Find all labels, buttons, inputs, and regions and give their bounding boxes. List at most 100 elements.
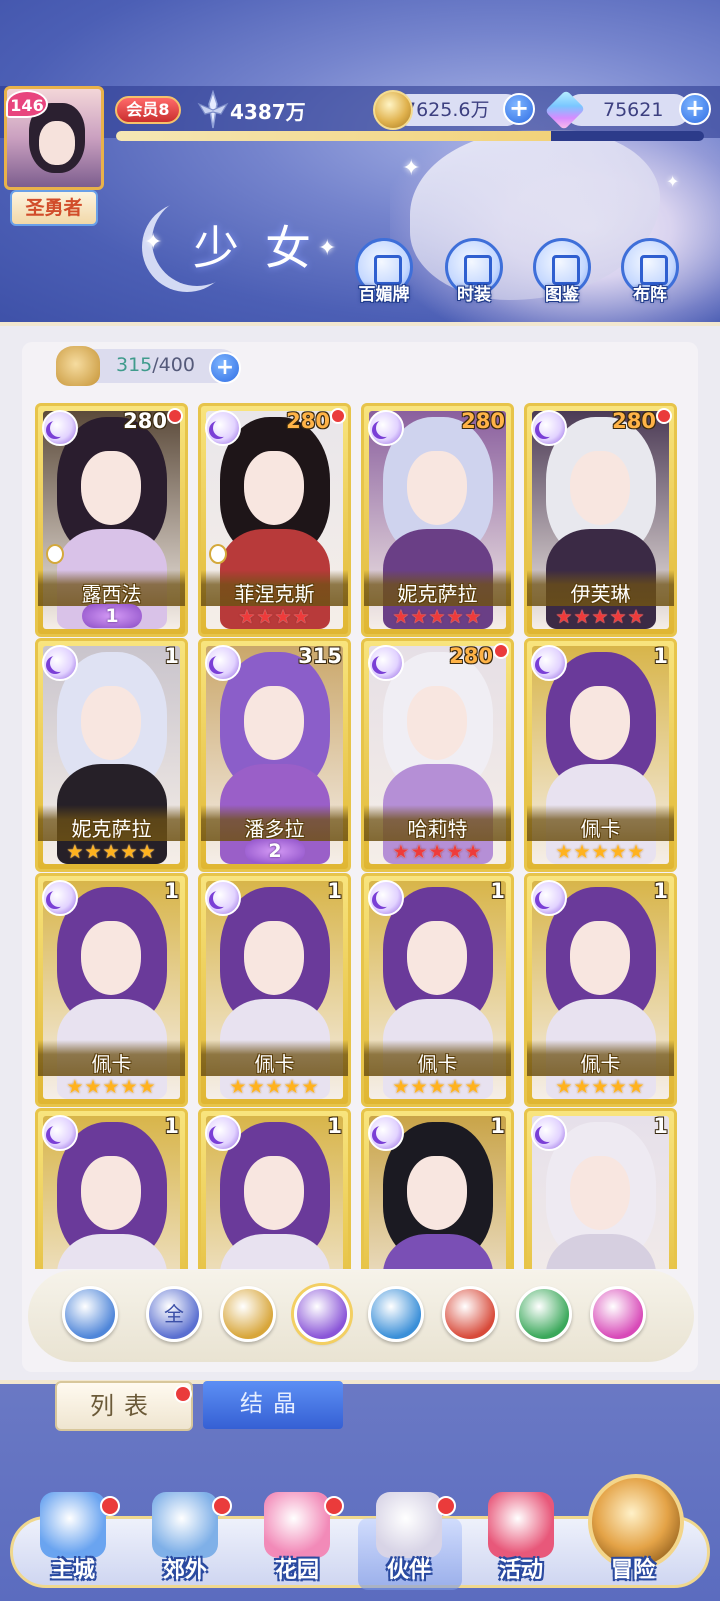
partner-name: 佩卡 — [580, 1052, 621, 1076]
water-drop-icon[interactable] — [368, 1286, 424, 1342]
partner-card[interactable]: 1 佩卡 ★★★★★ — [361, 873, 514, 1107]
partner-level: 1 — [653, 1114, 668, 1138]
formation-pawn-icon — [46, 544, 64, 564]
moon-element-icon — [531, 1115, 567, 1151]
star-rating: ★★★★★ — [555, 841, 646, 863]
notification-dot — [100, 1496, 120, 1516]
nav-heart-garden[interactable]: 花园 — [242, 1492, 352, 1592]
partner-card[interactable]: 1 — [198, 1108, 351, 1269]
moon-element-icon — [531, 645, 567, 681]
partner-card[interactable]: 1 佩卡 ★★★★★ — [524, 638, 677, 872]
nav-gift-box[interactable]: 活动 — [466, 1492, 576, 1592]
portrait-face — [81, 1156, 141, 1230]
partner-level: 1 — [164, 1114, 179, 1138]
exp-progress-bar — [116, 131, 704, 141]
nav-adventure-compass[interactable]: 冒险 — [578, 1474, 688, 1592]
castle-icon — [40, 1492, 106, 1558]
partner-card[interactable]: 1 佩卡 ★★★★★ — [35, 873, 188, 1107]
nav-label: 活动 — [498, 1558, 543, 1583]
partner-card[interactable]: 1 — [361, 1108, 514, 1269]
portrait-face — [407, 686, 467, 760]
player-title-badge[interactable]: 圣勇者 — [10, 190, 98, 226]
portal-gate-icon — [152, 1492, 218, 1558]
menu-label: 图鉴 — [545, 285, 579, 305]
partner-name: 佩卡 — [580, 817, 621, 841]
partner-card[interactable]: 280 伊芙琳 ★★★★★ — [524, 403, 677, 637]
tab-crystal[interactable]: 结晶 — [203, 1381, 343, 1429]
partner-level: 1 — [490, 1114, 505, 1138]
menu-label: 布阵 — [633, 285, 667, 305]
add-gold-button[interactable]: + — [503, 93, 535, 125]
inventory-current: 315 — [116, 354, 153, 376]
moon-element-icon — [205, 1115, 241, 1151]
portrait-face — [570, 686, 630, 760]
portrait-face — [81, 686, 141, 760]
menu-formation-grid-button[interactable]: 布阵 — [618, 238, 682, 308]
partner-name: 佩卡 — [91, 1052, 132, 1076]
partner-card-grid: 280 露西法 1 280 菲涅克斯 ★★★★ 280 妮克萨拉 ★★★★★ 280 伊芙琳 ★★★★… — [35, 403, 685, 1269]
wind-icon[interactable] — [516, 1286, 572, 1342]
vip-badge[interactable]: 会员8 — [115, 96, 181, 124]
partner-name: 妮克萨拉 — [71, 817, 152, 841]
partner-name: 佩卡 — [254, 1052, 295, 1076]
heart-garden-icon — [264, 1492, 330, 1558]
moon-element-icon — [42, 645, 78, 681]
partner-name: 潘多拉 — [244, 817, 305, 841]
portrait-face — [81, 451, 141, 525]
notification-dot — [493, 643, 509, 659]
partner-level: 280 — [612, 409, 656, 433]
awaken-rank-badge: 2 — [245, 839, 305, 863]
notification-dot — [167, 408, 183, 424]
partner-card[interactable]: 280 哈莉特 ★★★★★ — [361, 638, 514, 872]
expand-inventory-button[interactable]: + — [209, 352, 241, 384]
menu-label: 百媚牌 — [358, 285, 410, 305]
sun-icon[interactable] — [220, 1286, 276, 1342]
notification-dot — [324, 1496, 344, 1516]
moon-element-icon — [368, 880, 404, 916]
sparkle-icon: ✦ — [144, 230, 163, 255]
moon-element-icon — [42, 410, 78, 446]
formation-pawn-icon — [209, 544, 227, 564]
partner-card[interactable]: 1 — [524, 1108, 677, 1269]
nav-label: 冒险 — [610, 1558, 655, 1583]
nav-partner-portrait[interactable]: 伙伴 — [354, 1492, 464, 1592]
moon-element-icon — [42, 1115, 78, 1151]
partner-level: 1 — [490, 879, 505, 903]
star-rating: ★★★★★ — [392, 606, 483, 628]
partner-card[interactable]: 1 佩卡 ★★★★★ — [524, 873, 677, 1107]
awaken-rank-badge: 1 — [82, 604, 142, 628]
moon-icon[interactable] — [294, 1286, 350, 1342]
portrait-face — [244, 686, 304, 760]
partner-level: 1 — [653, 879, 668, 903]
sparkle-icon: ✦ — [402, 156, 421, 181]
add-diamond-button[interactable]: + — [679, 93, 711, 125]
menu-card-deck-button[interactable]: 百媚牌 — [352, 238, 416, 308]
nav-castle[interactable]: 主城 — [18, 1492, 128, 1592]
partner-card[interactable]: 315 潘多拉 2 — [198, 638, 351, 872]
partner-name: 露西法 — [81, 582, 142, 606]
fire-icon[interactable] — [442, 1286, 498, 1342]
partner-card[interactable]: 1 — [35, 1108, 188, 1269]
partner-card[interactable]: 280 菲涅克斯 ★★★★ — [198, 403, 351, 637]
partner-card[interactable]: 1 妮克萨拉 ★★★★★ — [35, 638, 188, 872]
tab-list[interactable]: 列表 — [55, 1381, 193, 1431]
page-title: 少女 — [193, 221, 337, 275]
gift-box-icon — [488, 1492, 554, 1558]
partner-card[interactable]: 280 妮克萨拉 ★★★★★ — [361, 403, 514, 637]
menu-outfit-button[interactable]: 时装 — [442, 238, 506, 308]
menu-codex-book-button[interactable]: 图鉴 — [530, 238, 594, 308]
partner-card[interactable]: 1 佩卡 ★★★★★ — [198, 873, 351, 1107]
portrait-face — [244, 451, 304, 525]
notification-dot — [330, 408, 346, 424]
power-sword-icon — [197, 90, 229, 129]
orbit-icon[interactable] — [590, 1286, 646, 1342]
portrait-face — [570, 451, 630, 525]
partner-name: 妮克萨拉 — [397, 582, 478, 606]
all-icon[interactable]: 全 — [146, 1286, 202, 1342]
nav-portal-gate[interactable]: 郊外 — [130, 1492, 240, 1592]
partner-card[interactable]: 280 露西法 1 — [35, 403, 188, 637]
wing-up-icon[interactable] — [62, 1286, 118, 1342]
partner-level: 1 — [327, 1114, 342, 1138]
portrait-face — [407, 451, 467, 525]
portrait-face — [407, 921, 467, 995]
